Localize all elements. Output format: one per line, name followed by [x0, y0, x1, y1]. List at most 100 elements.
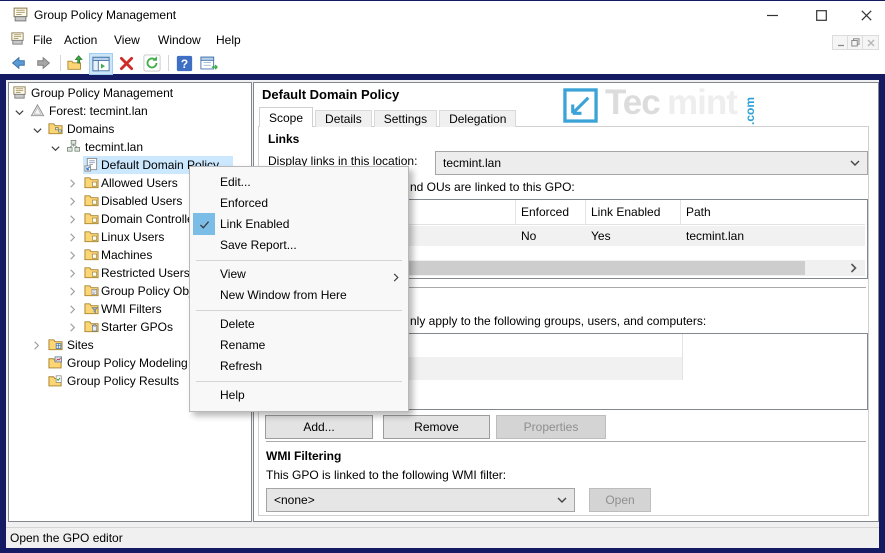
chevron-right-icon[interactable] — [68, 196, 77, 207]
app-icon — [12, 6, 29, 26]
logo-text-tec: Tec — [605, 83, 660, 123]
ou-folder-icon — [84, 229, 99, 244]
column-header-enforced[interactable]: Enforced — [521, 205, 569, 219]
up-one-level-button[interactable] — [66, 54, 86, 72]
menu-file[interactable]: File — [33, 33, 52, 48]
properties-button[interactable]: Properties — [496, 415, 606, 439]
frame-right-strip — [879, 74, 885, 553]
menu-item-link-enabled[interactable]: Link Enabled — [190, 214, 408, 235]
app-window: Group Policy Management File Action View… — [0, 0, 885, 553]
mdi-close-button[interactable] — [862, 35, 879, 50]
security-filtering-text: nly apply to the following groups, users… — [410, 314, 706, 328]
ou-folder-icon — [84, 265, 99, 280]
chevron-right-icon[interactable] — [68, 304, 77, 315]
tree-item-forest[interactable]: Forest: tecmint.lan — [9, 102, 247, 120]
add-button[interactable]: Add... — [265, 415, 373, 439]
wmi-filtering-label: This GPO is linked to the following WMI … — [266, 468, 506, 482]
tree-item-domains[interactable]: Domains — [9, 120, 247, 138]
console-icon — [12, 85, 27, 100]
logo-text-mint: mint — [667, 83, 737, 123]
starter-gpo-folder-icon — [84, 319, 99, 334]
svg-text:?: ? — [180, 56, 187, 70]
title-bar[interactable]: Group Policy Management — [0, 0, 885, 29]
maximize-button[interactable] — [805, 2, 837, 28]
open-button[interactable]: Open — [589, 488, 651, 512]
tecmint-logo-icon — [563, 88, 598, 123]
menu-item-help[interactable]: Help — [190, 385, 408, 406]
tab-details[interactable]: Details — [315, 110, 372, 127]
help-button[interactable]: ? — [174, 54, 194, 72]
close-button[interactable] — [850, 2, 882, 28]
menu-item-new-window[interactable]: New Window from Here — [190, 285, 408, 306]
column-header-link-enabled[interactable]: Link Enabled — [591, 205, 660, 219]
domain-icon — [66, 139, 81, 154]
minimize-button[interactable] — [756, 2, 788, 28]
refresh-button[interactable] — [142, 54, 162, 72]
remove-button[interactable]: Remove — [383, 415, 490, 439]
tree-item-domain-tecmint[interactable]: tecmint.lan — [9, 138, 247, 156]
tab-scope[interactable]: Scope — [259, 107, 313, 127]
menu-action[interactable]: Action — [64, 33, 97, 48]
location-combobox[interactable]: tecmint.lan — [435, 151, 868, 175]
modeling-icon — [48, 355, 63, 370]
mdi-close-icon — [867, 39, 875, 47]
delete-button[interactable] — [116, 54, 136, 72]
menu-separator — [190, 377, 408, 385]
forest-icon — [30, 103, 45, 118]
chevron-down-icon[interactable] — [14, 106, 23, 117]
tab-strip: Scope Details Settings Delegation — [259, 107, 516, 127]
show-console-tree-icon — [92, 56, 110, 73]
wmi-filter-folder-icon — [84, 301, 99, 316]
minimize-icon — [767, 10, 778, 21]
section-separator — [266, 441, 866, 443]
chevron-right-icon[interactable] — [68, 268, 77, 279]
chevron-right-icon[interactable] — [32, 340, 41, 351]
column-header-path[interactable]: Path — [686, 205, 711, 219]
tab-delegation[interactable]: Delegation — [439, 110, 516, 127]
menu-item-save-report[interactable]: Save Report... — [190, 235, 408, 256]
menu-item-delete[interactable]: Delete — [190, 314, 408, 335]
linked-gpo-text: nd OUs are linked to this GPO: — [410, 180, 575, 194]
refresh-icon — [143, 54, 161, 72]
chevron-down-icon[interactable] — [32, 124, 41, 135]
menu-item-edit[interactable]: Edit... — [190, 172, 408, 193]
menu-item-enforced[interactable]: Enforced — [190, 193, 408, 214]
menu-item-view[interactable]: View — [190, 264, 408, 285]
forward-button[interactable] — [34, 54, 54, 72]
menu-view[interactable]: View — [114, 33, 140, 48]
domains-folder-icon — [48, 121, 63, 136]
back-button[interactable] — [8, 54, 28, 72]
menu-window[interactable]: Window — [158, 33, 201, 48]
chevron-down-icon[interactable] — [50, 142, 59, 153]
menu-item-rename[interactable]: Rename — [190, 335, 408, 356]
wmi-filter-combobox[interactable]: <none> — [266, 488, 575, 512]
chevron-right-icon[interactable] — [68, 178, 77, 189]
up-one-level-icon — [67, 54, 85, 72]
menu-help[interactable]: Help — [216, 33, 241, 48]
menu-separator — [190, 256, 408, 264]
menu-separator — [190, 306, 408, 314]
menu-item-refresh[interactable]: Refresh — [190, 356, 408, 377]
chevron-right-icon[interactable] — [68, 214, 77, 225]
export-list-icon — [200, 55, 220, 72]
tab-settings[interactable]: Settings — [374, 110, 437, 127]
status-text: Open the GPO editor — [10, 531, 123, 545]
chevron-right-icon[interactable] — [68, 250, 77, 261]
ou-folder-icon — [84, 175, 99, 190]
ou-folder-icon — [84, 211, 99, 226]
forward-icon — [35, 54, 53, 72]
console-icon — [10, 31, 25, 49]
tree-item-group-policy-management-root[interactable]: Group Policy Management — [9, 84, 247, 102]
maximize-icon — [816, 10, 827, 21]
chevron-right-icon[interactable] — [68, 286, 77, 297]
show-console-tree-button[interactable] — [89, 53, 113, 75]
export-list-button[interactable] — [198, 54, 222, 72]
status-bar: Open the GPO editor — [6, 527, 879, 548]
chevron-right-icon[interactable] — [68, 322, 77, 333]
scroll-right-icon[interactable] — [849, 262, 858, 277]
chevron-down-icon — [849, 156, 861, 170]
ou-folder-icon — [84, 247, 99, 262]
logo-text-com: .com — [743, 87, 757, 125]
chevron-right-icon[interactable] — [68, 232, 77, 243]
results-icon — [48, 373, 63, 388]
